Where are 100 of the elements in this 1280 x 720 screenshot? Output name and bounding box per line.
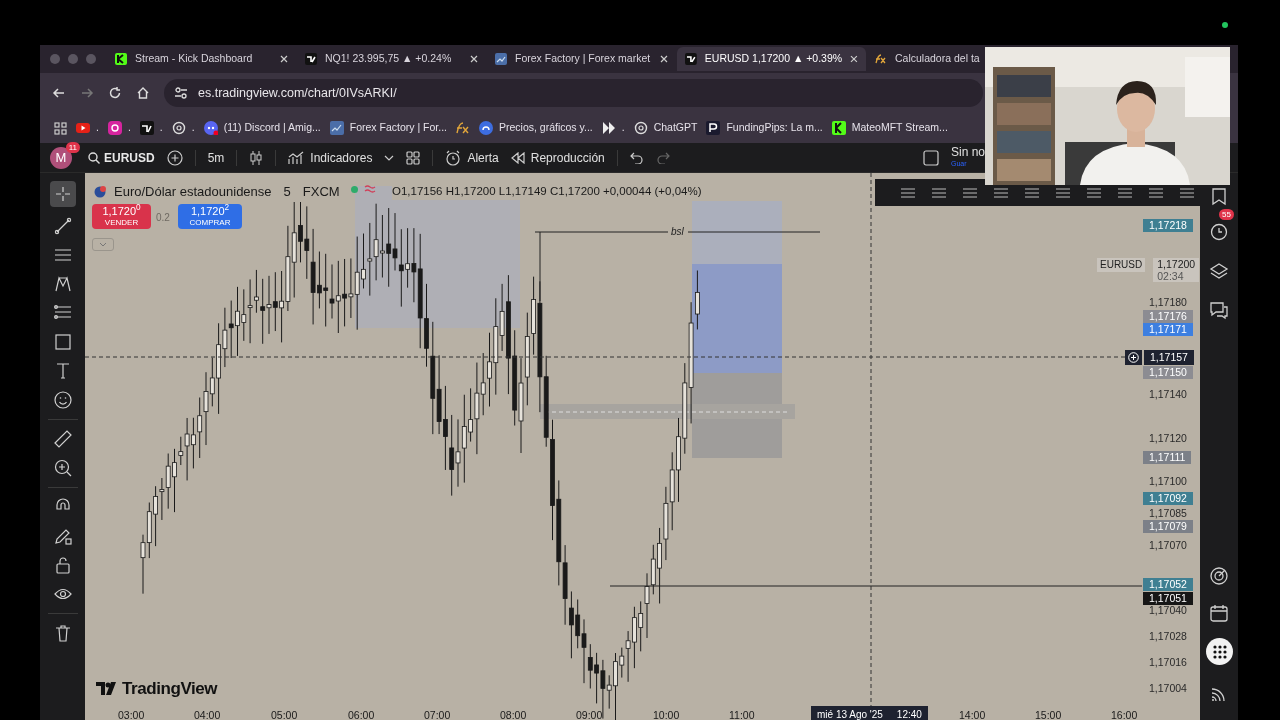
close-icon[interactable] (660, 55, 668, 63)
buy-button[interactable]: 1,1720$^{2}$ COMPRAR (178, 204, 242, 229)
reload-icon[interactable] (108, 86, 122, 100)
symbol-title[interactable]: Euro/Dólar estadounidense (114, 182, 272, 202)
tv-logo-icon[interactable] (139, 121, 154, 135)
site-settings-icon[interactable] (174, 86, 188, 100)
browser-tab[interactable]: Forex Factory | Forex market (487, 47, 676, 71)
bookmark-link[interactable]: . (127, 120, 131, 136)
grid-dots-icon[interactable] (1212, 644, 1227, 659)
price-tick: 1,17040 (1148, 604, 1188, 617)
layers-icon[interactable] (1209, 261, 1229, 281)
bookmark-link[interactable]: . (159, 120, 163, 136)
price-tag: 1,17111 (1143, 451, 1192, 464)
price-tick: 1,17100 (1148, 475, 1188, 488)
smiley-icon[interactable] (52, 390, 73, 410)
camera-icon[interactable] (107, 121, 122, 135)
close-icon[interactable] (850, 55, 858, 63)
time-tick: 04:00 (194, 709, 221, 720)
price-tag: 1,17176 (1143, 310, 1193, 323)
undo-icon[interactable] (629, 151, 644, 164)
bookmark-link[interactable]: . (191, 120, 195, 136)
bookmark-link[interactable]: FundingPips: La m... (726, 120, 823, 136)
zoom-in-icon[interactable] (52, 458, 73, 478)
bookmark-link[interactable]: Forex Factory | For... (349, 120, 447, 136)
alarm-clock-icon[interactable] (1209, 222, 1229, 242)
chart-logo-icon (495, 53, 507, 65)
bookmark-link[interactable]: (11) Discord | Amig... (223, 120, 321, 136)
symbol-search-button[interactable]: EURUSD (104, 148, 155, 167)
browser-tab[interactable]: EURUSD 1,17200 ▲ +0.39% (677, 47, 866, 71)
time-tick: 06:00 (348, 709, 375, 720)
price-tag: 1,17171 (1143, 323, 1193, 336)
bookmark-link[interactable]: . (621, 120, 625, 136)
close-icon[interactable] (470, 55, 478, 63)
forward-icon[interactable] (80, 86, 94, 100)
fx-logo-icon[interactable] (456, 121, 470, 135)
interval-button[interactable]: 5m (207, 148, 225, 167)
price-tag: 1,17200 02:34 (1153, 258, 1200, 282)
knot-icon[interactable] (171, 121, 186, 135)
watchlist-icon[interactable] (1209, 186, 1229, 206)
fx-logo-icon (875, 53, 887, 65)
play-icon[interactable] (76, 121, 90, 135)
bookmark-link[interactable]: ChatGPT (653, 120, 698, 136)
knot-icon[interactable] (633, 121, 648, 135)
double-chevron-icon[interactable] (601, 121, 616, 135)
bookmark-link[interactable]: Precios, gráficos y... (499, 120, 593, 136)
gauge-icon[interactable] (479, 121, 493, 135)
bookmark-link[interactable]: MateoMFT Stream... (851, 120, 948, 136)
rewind-icon[interactable] (510, 151, 525, 164)
time-tick: 03:00 (118, 709, 145, 720)
address-field[interactable]: es.tradingview.com/chart/0IVsARKI/ (164, 79, 983, 107)
browser-tab[interactable]: Calculadora del ta (867, 47, 988, 71)
time-tick: 16:00 (1111, 709, 1138, 720)
bookmark-link[interactable]: . (96, 120, 99, 136)
back-icon[interactable] (52, 86, 66, 100)
search-icon[interactable] (88, 151, 100, 164)
tv-logo-icon (305, 53, 317, 65)
redo-icon[interactable] (655, 151, 670, 164)
home-icon[interactable] (136, 86, 150, 100)
crosshair-price-label: 1,17157 (1144, 350, 1194, 365)
calendar-icon[interactable] (1209, 603, 1229, 623)
url-text: es.tradingview.com/chart/0IVsARKI/ (198, 84, 397, 102)
price-tag: 1,17051 (1143, 592, 1193, 605)
price-tag: 1,17079 (1143, 520, 1193, 533)
browser-tab[interactable]: Stream - Kick Dashboard (107, 47, 296, 71)
price-tag: 1,17092 (1143, 492, 1193, 505)
alert-button[interactable]: Alerta (467, 148, 499, 167)
kick-logo-icon[interactable] (831, 121, 846, 135)
price-tag: 1,17218 (1143, 219, 1193, 232)
chart-logo-icon[interactable] (329, 121, 344, 135)
game-controller-icon[interactable] (203, 121, 218, 135)
time-tick: 14:00 (959, 709, 986, 720)
time-tick: 15:00 (1035, 709, 1062, 720)
close-icon[interactable] (280, 55, 288, 63)
spread-value: 0.2 (156, 211, 170, 225)
chat-icon[interactable] (1209, 300, 1229, 320)
alarm-clock-icon[interactable] (445, 149, 462, 166)
candles-icon[interactable] (249, 149, 264, 166)
p-logo-icon[interactable] (706, 121, 721, 135)
price-tick: 1,17070 (1148, 539, 1188, 552)
replay-button[interactable]: Reproducción (530, 148, 605, 167)
line-chart-icon[interactable] (288, 150, 305, 165)
apps-button[interactable] (1206, 638, 1233, 665)
price-tick: 1,17085 (1148, 507, 1188, 520)
add-icon[interactable] (166, 149, 183, 166)
apps-grid-icon[interactable] (54, 121, 67, 135)
time-tick: 07:00 (424, 709, 451, 720)
symbol-tag: EURUSD (1097, 258, 1146, 272)
save-label[interactable]: Sin no (950, 146, 985, 158)
indicators-button[interactable]: Indicadores (310, 148, 373, 167)
brand-logo: TradingView (122, 678, 218, 700)
checkbox-icon[interactable] (922, 149, 939, 166)
browser-tab[interactable]: NQ1! 23.995,75 ▲ +0.24% (297, 47, 486, 71)
chevron-down-icon[interactable] (384, 154, 395, 161)
time-tick: 10:00 (653, 709, 680, 720)
sell-button[interactable]: 1,1720$^{0}$ VENDER (92, 204, 151, 229)
legend-exchange: FXCM (302, 183, 340, 201)
wave-icon (364, 184, 376, 194)
layout-grid-icon[interactable] (406, 150, 421, 165)
kick-logo-icon (115, 53, 127, 65)
line-label: bsl (669, 226, 686, 238)
